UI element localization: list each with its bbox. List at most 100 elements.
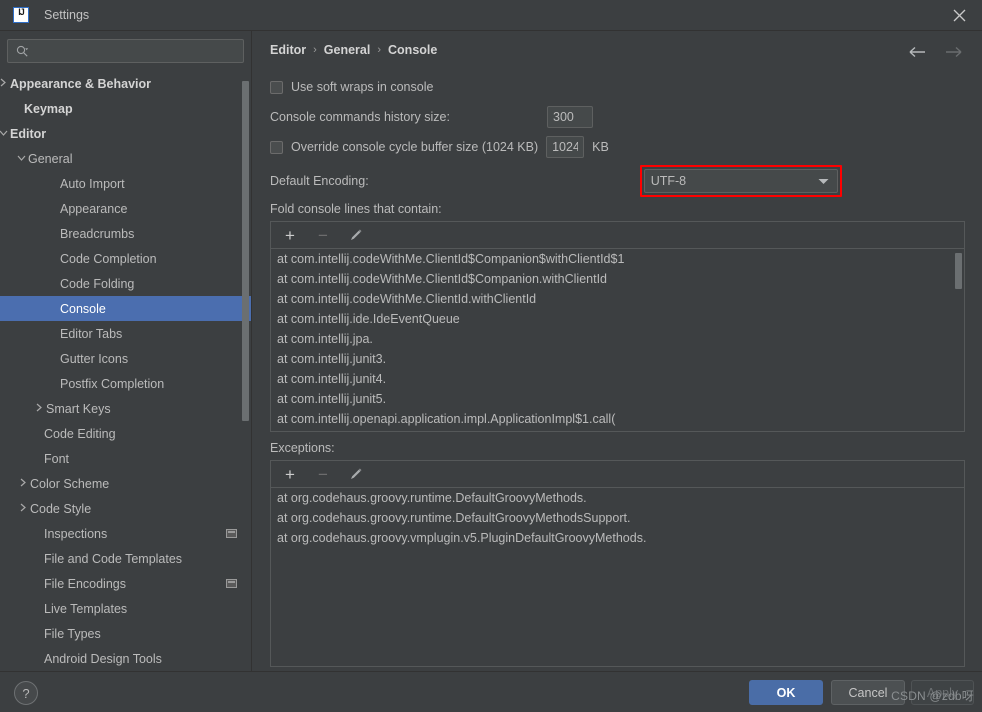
- use-soft-wraps-checkbox[interactable]: [270, 80, 283, 94]
- breadcrumb-item-console[interactable]: Console: [388, 43, 437, 57]
- chevron-right-icon[interactable]: [16, 478, 30, 487]
- ok-button[interactable]: OK: [749, 680, 823, 705]
- sidebar-item-editor[interactable]: Editor: [0, 121, 251, 146]
- sidebar-item-live-templates[interactable]: Live Templates: [0, 596, 251, 621]
- sidebar-item-label: Code Style: [30, 501, 92, 516]
- sidebar-item-console[interactable]: Console: [0, 296, 251, 321]
- breadcrumb: Editor › General › Console: [270, 43, 437, 57]
- sidebar-item-file-encodings[interactable]: File Encodings: [0, 571, 251, 596]
- sidebar-item-gutter-icons[interactable]: Gutter Icons: [0, 346, 251, 371]
- sidebar-item-keymap[interactable]: Keymap: [0, 96, 251, 121]
- sidebar-item-appearance[interactable]: Appearance: [0, 196, 251, 221]
- sidebar-item-font[interactable]: Font: [0, 446, 251, 471]
- sidebar-item-postfix-completion[interactable]: Postfix Completion: [0, 371, 251, 396]
- pencil-icon[interactable]: [346, 225, 366, 245]
- sidebar-item-android-design-tools[interactable]: Android Design Tools: [0, 646, 251, 671]
- fold-add-button[interactable]: +: [280, 225, 300, 245]
- chevron-down-icon[interactable]: [14, 154, 28, 162]
- exceptions-toolbar: + −: [271, 461, 964, 488]
- sidebar-item-editor-tabs[interactable]: Editor Tabs: [0, 321, 251, 346]
- sidebar-item-code-editing[interactable]: Code Editing: [0, 421, 251, 446]
- breadcrumb-item-editor[interactable]: Editor: [270, 43, 306, 57]
- sidebar-item-label: General: [28, 151, 73, 166]
- sidebar-item-appearance-behavior[interactable]: Appearance & Behavior: [0, 71, 251, 96]
- project-scope-badge-icon: [226, 579, 237, 588]
- settings-dialog: Settings Appearance & BehaviorKey: [0, 0, 982, 712]
- sidebar-item-label: Color Scheme: [30, 476, 110, 491]
- list-item[interactable]: at com.intellij.codeWithMe.ClientId$Comp…: [271, 269, 964, 289]
- fold-lines-listbox: + − at com.intellij.codeWithMe.ClientId$…: [270, 221, 965, 432]
- search-input[interactable]: [36, 40, 239, 62]
- use-soft-wraps-label: Use soft wraps in console: [291, 80, 434, 94]
- sidebar-item-general[interactable]: General: [0, 146, 251, 171]
- exceptions-add-button[interactable]: +: [280, 464, 300, 484]
- chevron-down-icon: [818, 174, 829, 188]
- sidebar-scrollbar-thumb[interactable]: [242, 81, 249, 421]
- fold-list-scrollbar-thumb[interactable]: [955, 253, 962, 289]
- sidebar-item-smart-keys[interactable]: Smart Keys: [0, 396, 251, 421]
- sidebar-item-file-types[interactable]: File Types: [0, 621, 251, 646]
- exceptions-listbox: + − at org.codehaus.groovy.runtime.Defau…: [270, 460, 965, 667]
- close-icon[interactable]: [936, 0, 982, 31]
- fold-section-label: Fold console lines that contain:: [270, 202, 442, 216]
- sidebar-item-breadcrumbs[interactable]: Breadcrumbs: [0, 221, 251, 246]
- cycle-buffer-row: Override console cycle buffer size (1024…: [270, 136, 965, 158]
- arrow-left-icon[interactable]: [905, 40, 929, 64]
- chevron-right-icon[interactable]: [16, 503, 30, 512]
- sidebar-item-label: File Encodings: [44, 576, 126, 591]
- sidebar-scrollbar-track[interactable]: [241, 71, 250, 671]
- sidebar-item-color-scheme[interactable]: Color Scheme: [0, 471, 251, 496]
- default-encoding-combobox[interactable]: UTF-8: [643, 169, 838, 193]
- exceptions-remove-button: −: [318, 464, 328, 484]
- chevron-right-icon[interactable]: [0, 78, 10, 87]
- history-size-input[interactable]: [547, 106, 593, 128]
- exceptions-list[interactable]: at org.codehaus.groovy.runtime.DefaultGr…: [271, 488, 964, 666]
- sidebar-item-label: Code Completion: [60, 251, 157, 266]
- sidebar-item-code-folding[interactable]: Code Folding: [0, 271, 251, 296]
- navigation-arrows: [905, 40, 965, 64]
- project-scope-badge-icon: [226, 529, 237, 538]
- default-encoding-highlight: UTF-8: [639, 165, 842, 197]
- sidebar-item-auto-import[interactable]: Auto Import: [0, 171, 251, 196]
- default-encoding-value: UTF-8: [650, 174, 687, 188]
- intellij-idea-logo-icon: [13, 7, 29, 23]
- settings-sidebar: Appearance & Behavior Keymap Editor General…: [0, 31, 252, 671]
- sidebar-item-label: Appearance: [60, 201, 128, 216]
- override-cycle-buffer-label: Override console cycle buffer size (1024…: [291, 140, 539, 154]
- exceptions-section-label: Exceptions:: [270, 441, 335, 455]
- help-button[interactable]: ?: [14, 681, 38, 705]
- list-item[interactable]: at org.codehaus.groovy.runtime.DefaultGr…: [271, 488, 964, 508]
- sidebar-item-code-completion[interactable]: Code Completion: [0, 246, 251, 271]
- sidebar-item-label: Android Design Tools: [44, 651, 162, 666]
- search-container: [0, 31, 251, 69]
- list-item[interactable]: at org.codehaus.groovy.vmplugin.v5.Plugi…: [271, 528, 964, 548]
- search-box[interactable]: [7, 39, 244, 63]
- fold-lines-list[interactable]: at com.intellij.codeWithMe.ClientId$Comp…: [271, 249, 964, 431]
- history-size-label: Console commands history size:: [270, 110, 450, 124]
- settings-tree: Appearance & Behavior Keymap Editor General…: [0, 71, 251, 671]
- list-item[interactable]: at com.intellij.openapi.application.impl…: [271, 409, 964, 429]
- override-cycle-buffer-checkbox[interactable]: [270, 140, 283, 154]
- list-item[interactable]: at org.codehaus.groovy.runtime.DefaultGr…: [271, 508, 964, 528]
- chevron-right-icon[interactable]: [32, 403, 46, 412]
- list-item[interactable]: at com.intellij.junit4.: [271, 369, 964, 389]
- list-item[interactable]: at com.intellij.codeWithMe.ClientId.with…: [271, 289, 964, 309]
- window-title: Settings: [44, 8, 90, 22]
- dialog-footer: ? OK Cancel Apply CSDN @zdb呀: [0, 671, 982, 712]
- sidebar-item-inspections[interactable]: Inspections: [0, 521, 251, 546]
- sidebar-item-label: File and Code Templates: [44, 551, 183, 566]
- chevron-down-icon[interactable]: [0, 129, 10, 137]
- breadcrumb-item-general[interactable]: General: [324, 43, 371, 57]
- list-item[interactable]: at com.intellij.junit3.: [271, 349, 964, 369]
- cycle-buffer-input[interactable]: [546, 136, 585, 158]
- sidebar-item-label: Gutter Icons: [60, 351, 129, 366]
- sidebar-item-label: Appearance & Behavior: [10, 76, 152, 91]
- console-settings-form: Use soft wraps in console Console comman…: [270, 76, 965, 667]
- list-item[interactable]: at com.intellij.codeWithMe.ClientId$Comp…: [271, 249, 964, 269]
- sidebar-item-file-and-code-templates[interactable]: File and Code Templates: [0, 546, 251, 571]
- list-item[interactable]: at com.intellij.jpa.: [271, 329, 964, 349]
- sidebar-item-code-style[interactable]: Code Style: [0, 496, 251, 521]
- list-item[interactable]: at com.intellij.junit5.: [271, 389, 964, 409]
- list-item[interactable]: at com.intellij.ide.IdeEventQueue: [271, 309, 964, 329]
- pencil-icon[interactable]: [346, 464, 366, 484]
